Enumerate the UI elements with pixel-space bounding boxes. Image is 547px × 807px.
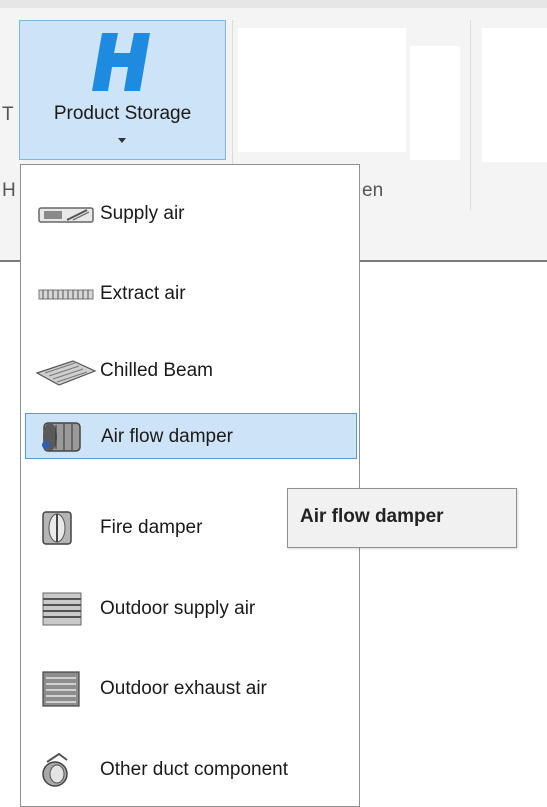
ribbon-partial-group-label-right: en	[362, 180, 384, 201]
chevron-down-icon	[118, 138, 126, 143]
ribbon-blank-panel	[238, 28, 406, 152]
chilled-beam-icon	[35, 360, 97, 386]
h-logo-icon	[92, 33, 150, 91]
menu-item-label: Chilled Beam	[100, 360, 213, 381]
ribbon-partial-label-left: T	[2, 104, 14, 125]
extract-air-grille-icon	[38, 289, 94, 300]
duct-component-icon	[42, 752, 68, 787]
menu-item-outdoor-supply-air[interactable]: Outdoor supply air	[25, 586, 355, 632]
menu-item-label: Supply air	[100, 203, 185, 224]
menu-item-label: Fire damper	[100, 517, 203, 538]
product-storage-button[interactable]: Product Storage	[19, 20, 226, 160]
menu-item-outdoor-exhaust-air[interactable]: Outdoor exhaust air	[25, 666, 355, 712]
menu-item-other-duct-component[interactable]: Other duct component	[25, 747, 355, 793]
product-storage-label: Product Storage	[53, 103, 192, 124]
menu-item-label: Air flow damper	[101, 426, 233, 447]
menu-item-label: Extract air	[100, 283, 186, 304]
air-flow-damper-icon	[42, 422, 81, 452]
outdoor-exhaust-louver-icon	[42, 671, 80, 707]
fire-damper-icon	[42, 511, 72, 545]
menu-item-label: Outdoor exhaust air	[100, 678, 267, 699]
outdoor-supply-louver-icon	[42, 592, 82, 626]
supply-air-diffuser-icon	[38, 207, 94, 223]
menu-item-label: Outdoor supply air	[100, 598, 256, 619]
tooltip: Air flow damper	[287, 488, 517, 548]
tooltip-text: Air flow damper	[300, 506, 444, 527]
product-storage-dropdown-menu: Supply air Extract air Chilled Beam Air	[20, 164, 360, 807]
ribbon-blank-panel	[410, 46, 460, 160]
ribbon-blank-panel	[482, 28, 547, 162]
menu-item-extract-air[interactable]: Extract air	[25, 271, 355, 317]
ribbon-separator	[470, 20, 471, 210]
menu-item-supply-air[interactable]: Supply air	[25, 191, 355, 237]
menu-item-label: Other duct component	[100, 759, 288, 780]
ribbon-partial-group-label: H	[2, 180, 16, 201]
menu-item-air-flow-damper[interactable]: Air flow damper	[25, 413, 357, 459]
window-top-strip	[0, 0, 547, 8]
menu-item-chilled-beam[interactable]: Chilled Beam	[25, 348, 355, 394]
